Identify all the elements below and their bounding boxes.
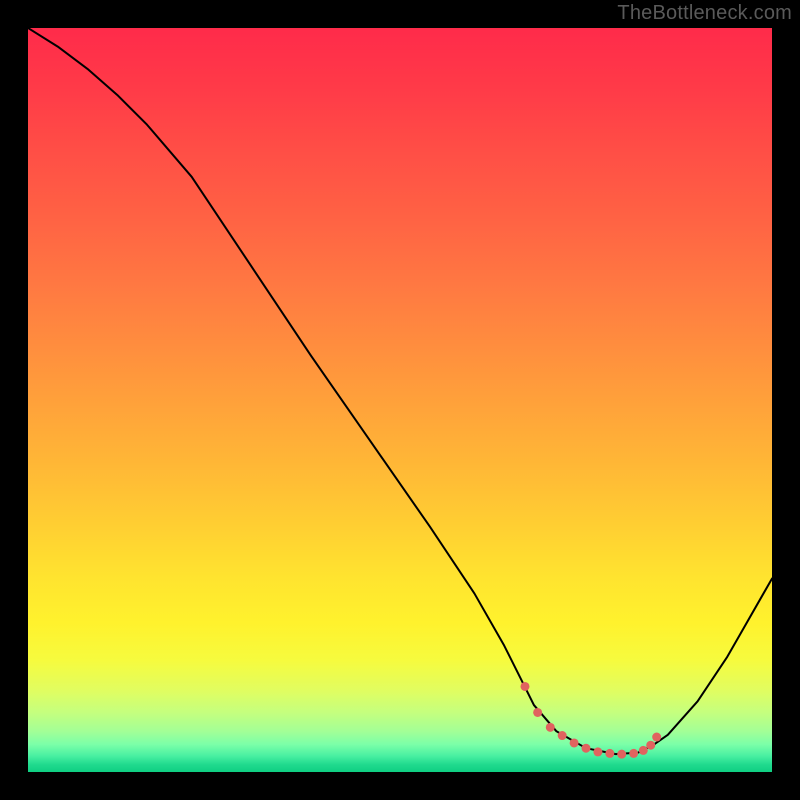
solution-marker xyxy=(533,708,542,717)
solution-marker xyxy=(570,738,579,747)
solution-marker xyxy=(520,682,529,691)
solution-marker xyxy=(546,723,555,732)
plot-area xyxy=(28,28,772,772)
chart-stage: TheBottleneck.com xyxy=(0,0,800,800)
solution-marker xyxy=(558,731,567,740)
gradient-background xyxy=(28,28,772,772)
solution-marker xyxy=(652,733,661,742)
solution-marker xyxy=(593,747,602,756)
solution-marker xyxy=(629,749,638,758)
solution-marker xyxy=(639,746,648,755)
solution-marker xyxy=(646,741,655,750)
solution-marker xyxy=(605,749,614,758)
solution-marker xyxy=(582,744,591,753)
watermark-text: TheBottleneck.com xyxy=(617,2,792,25)
chart-svg xyxy=(28,28,772,772)
solution-marker xyxy=(617,750,626,759)
